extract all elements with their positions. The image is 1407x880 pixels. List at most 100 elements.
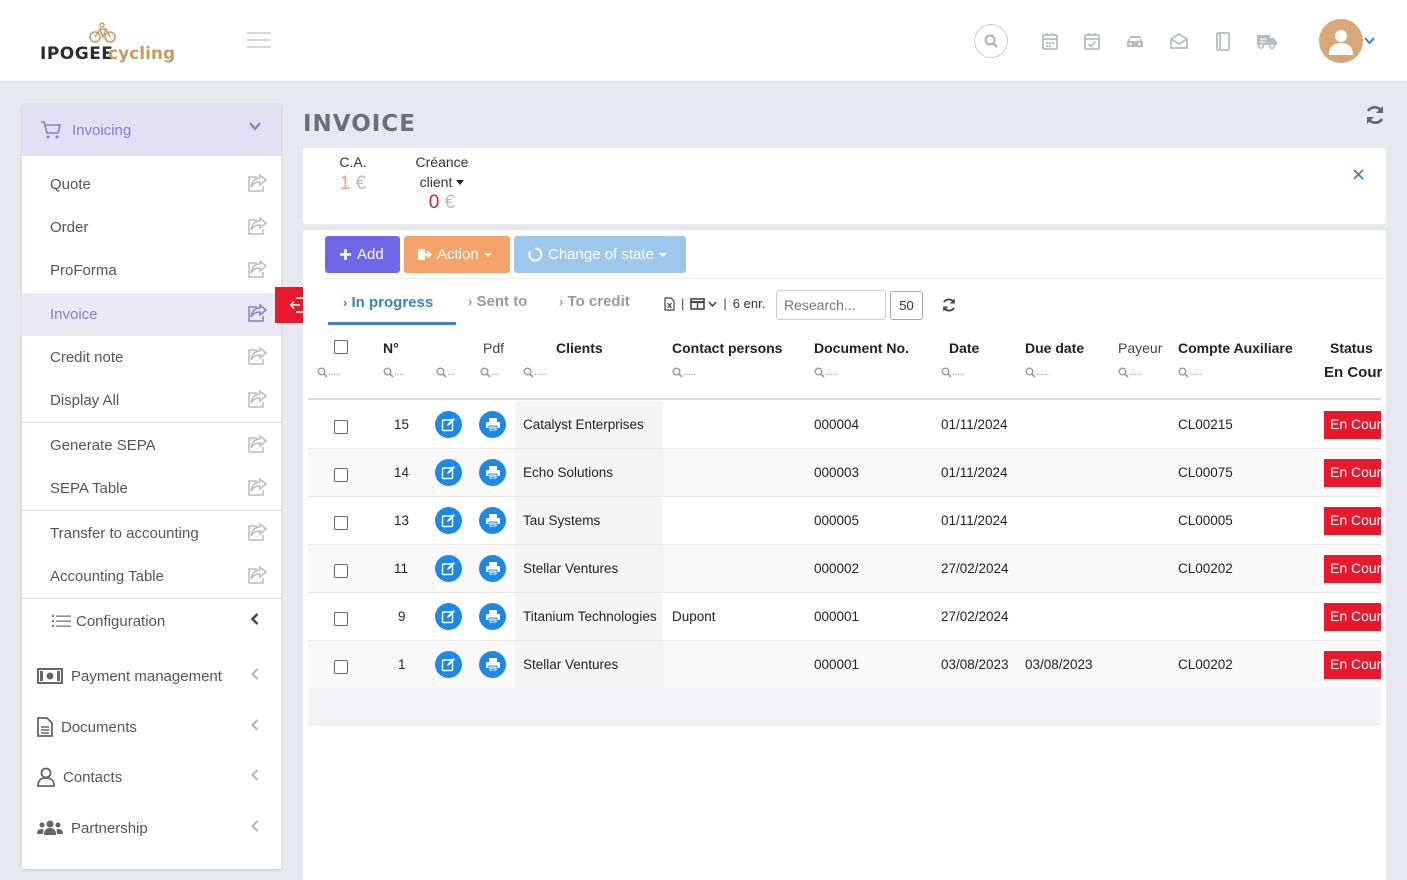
menu-toggle-icon[interactable]	[247, 32, 271, 50]
edit-button[interactable]	[435, 651, 462, 678]
sidebar-item-order[interactable]: Order	[22, 206, 281, 249]
sidebar-group-payment-management[interactable]: Payment management	[22, 653, 281, 699]
status-badge[interactable]: En Cours	[1324, 651, 1381, 679]
column-header-number[interactable]: N°	[383, 340, 399, 356]
tab-sent-to[interactable]: › Sent to	[468, 293, 527, 310]
row-checkbox[interactable]	[334, 660, 348, 674]
sidebar-item-quote[interactable]: Quote	[22, 163, 281, 206]
row-checkbox[interactable]	[334, 564, 348, 578]
app-logo[interactable]: IPOGEE cycling	[38, 22, 178, 66]
envelope-open-icon[interactable]	[1168, 30, 1190, 52]
row-checkbox[interactable]	[334, 516, 348, 530]
column-header-document-no[interactable]: Document No.	[814, 340, 909, 356]
cell-client[interactable]: Titanium Technologies	[523, 609, 657, 624]
filter-input[interactable]: .....	[1118, 366, 1142, 378]
row-checkbox[interactable]	[334, 612, 348, 626]
change-state-dropdown-button[interactable]: Change of state	[514, 236, 686, 273]
share-icon[interactable]	[247, 174, 267, 192]
filter-input[interactable]: ...	[480, 366, 499, 378]
print-pdf-button[interactable]	[479, 459, 506, 486]
table-row[interactable]: 14 Echo Solutions 000003 01/11/2024 CL00…	[308, 449, 1381, 497]
filter-input[interactable]: .....	[1178, 366, 1202, 378]
calendar-check-icon[interactable]	[1081, 30, 1103, 52]
row-checkbox[interactable]	[334, 420, 348, 434]
sidebar-section-invoicing[interactable]: Invoicing	[22, 104, 281, 156]
edit-button[interactable]	[435, 411, 462, 438]
excel-export-icon[interactable]	[664, 296, 675, 311]
sidebar-group-configuration[interactable]: Configuration	[22, 598, 281, 644]
column-header-contacts[interactable]: Contact persons	[672, 340, 782, 356]
filter-input[interactable]: .....	[523, 366, 547, 378]
share-icon[interactable]	[247, 260, 267, 278]
edit-button[interactable]	[435, 555, 462, 582]
page-size-select[interactable]: 50	[890, 291, 923, 320]
share-icon[interactable]	[247, 523, 267, 541]
chevron-down-icon[interactable]	[1364, 34, 1375, 48]
search-input[interactable]	[776, 290, 886, 320]
status-badge[interactable]: En Cours	[1324, 555, 1381, 583]
cell-client[interactable]: Echo Solutions	[523, 465, 613, 480]
cell-client[interactable]: Stellar Ventures	[523, 657, 618, 672]
status-filter-select[interactable]: En Cours	[1324, 364, 1382, 381]
cell-client[interactable]: Stellar Ventures	[523, 561, 618, 576]
sidebar-item-sepa-table[interactable]: SEPA Table	[22, 467, 281, 510]
share-icon[interactable]	[247, 304, 267, 322]
share-icon[interactable]	[247, 478, 267, 496]
row-checkbox[interactable]	[334, 468, 348, 482]
column-header-clients[interactable]: Clients	[556, 340, 603, 356]
search-button[interactable]	[974, 24, 1008, 58]
column-header-status[interactable]: Status	[1330, 340, 1373, 356]
edit-button[interactable]	[435, 507, 462, 534]
tab-in-progress[interactable]: › In progress	[343, 294, 433, 311]
status-badge[interactable]: En Cours	[1324, 459, 1381, 487]
filter-input[interactable]: .....	[1025, 366, 1049, 378]
select-all-checkbox[interactable]	[334, 340, 348, 354]
share-icon[interactable]	[247, 217, 267, 235]
sidebar-group-contacts[interactable]: Contacts	[22, 754, 281, 800]
add-button[interactable]: Add	[325, 236, 400, 273]
column-header-payeur[interactable]: Payeur	[1118, 340, 1162, 356]
chevron-down-icon[interactable]	[708, 300, 717, 307]
share-icon[interactable]	[247, 435, 267, 453]
sidebar-item-invoice[interactable]: Invoice	[22, 293, 281, 336]
table-row[interactable]: 1 Stellar Ventures 000001 03/08/2023 03/…	[308, 641, 1381, 689]
print-pdf-button[interactable]	[479, 651, 506, 678]
edit-button[interactable]	[435, 459, 462, 486]
print-pdf-button[interactable]	[479, 411, 506, 438]
sidebar-item-generate-sepa[interactable]: Generate SEPA	[22, 424, 281, 467]
cell-client[interactable]: Tau Systems	[523, 513, 600, 528]
status-badge[interactable]: En Cours	[1324, 603, 1381, 631]
action-dropdown-button[interactable]: Action	[404, 236, 510, 273]
filter-input[interactable]: .....	[814, 366, 838, 378]
caret-down-icon[interactable]	[456, 180, 465, 185]
table-row[interactable]: 13 Tau Systems 000005 01/11/2024 CL00005…	[308, 497, 1381, 545]
sidebar-item-display-all[interactable]: Display All	[22, 379, 281, 422]
table-row[interactable]: 11 Stellar Ventures 000002 27/02/2024 CL…	[308, 545, 1381, 593]
table-row[interactable]: 15 Catalyst Enterprises 000004 01/11/202…	[308, 401, 1381, 449]
filter-input[interactable]: .....	[317, 366, 341, 378]
filter-input[interactable]: ...	[436, 366, 455, 378]
print-pdf-button[interactable]	[479, 555, 506, 582]
calendar-icon[interactable]	[1039, 30, 1061, 52]
column-header-due-date[interactable]: Due date	[1025, 340, 1084, 356]
table-row[interactable]: 9 Titanium Technologies Dupont 000001 27…	[308, 593, 1381, 641]
close-stats-button[interactable]	[1353, 164, 1364, 185]
column-header-compte[interactable]: Compte Auxiliare	[1178, 340, 1293, 356]
truck-icon[interactable]	[1256, 30, 1278, 52]
filter-input[interactable]: .....	[672, 366, 696, 378]
sidebar-group-partnership[interactable]: Partnership	[22, 805, 281, 851]
sidebar-group-documents[interactable]: Documents	[22, 704, 281, 750]
share-icon[interactable]	[247, 390, 267, 408]
refresh-page-button[interactable]	[1364, 104, 1386, 131]
sidebar-item-proforma[interactable]: ProForma	[22, 249, 281, 292]
filter-input[interactable]: .....	[941, 366, 965, 378]
avatar[interactable]	[1319, 19, 1363, 63]
print-pdf-button[interactable]	[479, 603, 506, 630]
share-icon[interactable]	[247, 347, 267, 365]
book-icon[interactable]	[1212, 30, 1234, 52]
column-header-date[interactable]: Date	[949, 340, 979, 356]
print-pdf-button[interactable]	[479, 507, 506, 534]
sidebar-item-accounting-table[interactable]: Accounting Table	[22, 555, 281, 598]
edit-button[interactable]	[435, 603, 462, 630]
stat-creance[interactable]: Créance client 0 €	[411, 154, 473, 214]
